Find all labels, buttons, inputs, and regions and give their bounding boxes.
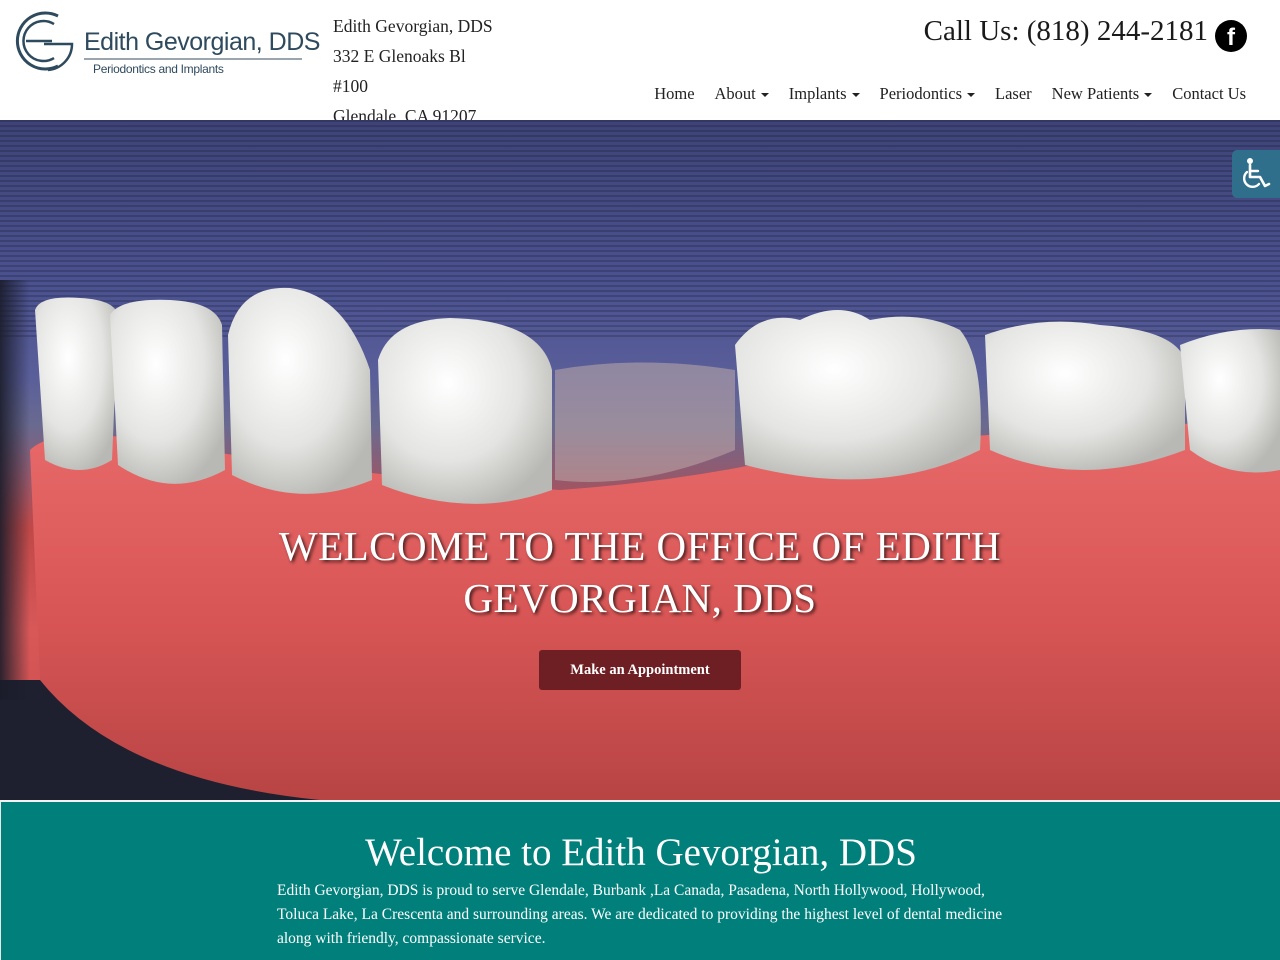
hero-title-line: GEVORGIAN, DDS [463, 575, 817, 621]
nav-new-patients[interactable]: New Patients [1042, 84, 1163, 104]
address-line: 332 E Glenoaks Bl [333, 46, 466, 66]
welcome-section: Welcome to Edith Gevorgian, DDS Edith Ge… [0, 800, 1280, 960]
logo-monogram-icon [15, 11, 74, 72]
address-line: Edith Gevorgian, DDS [333, 16, 493, 36]
nav-label: Periodontics [879, 84, 963, 103]
call-us-phone[interactable]: Call Us: (818) 244-2181 [924, 15, 1208, 48]
nav-contact-us[interactable]: Contact Us [1162, 84, 1256, 104]
accessibility-button[interactable] [1232, 150, 1280, 198]
office-address: Edith Gevorgian, DDS 332 E Glenoaks Bl #… [333, 11, 493, 131]
facebook-icon[interactable]: f [1215, 20, 1247, 52]
address-line: #100 [333, 76, 368, 96]
hero-title: WELCOME TO THE OFFICE OF EDITH GEVORGIAN… [0, 520, 1280, 624]
make-appointment-button[interactable]: Make an Appointment [539, 650, 741, 690]
hero-banner: WELCOME TO THE OFFICE OF EDITH GEVORGIAN… [0, 120, 1280, 800]
wheelchair-icon [1242, 158, 1271, 189]
teeth-model-image [0, 280, 1280, 800]
main-nav: Home About Implants Periodontics Laser N… [644, 84, 1256, 104]
nav-label: Home [654, 84, 695, 103]
caret-down-icon [760, 93, 769, 97]
site-header: Edith Gevorgian, DDS Periodontics and Im… [0, 0, 1280, 126]
nav-label: Implants [788, 84, 847, 103]
nav-label: Contact Us [1172, 84, 1246, 103]
caret-down-icon [1144, 93, 1153, 97]
nav-about[interactable]: About [705, 84, 779, 104]
caret-down-icon [851, 93, 860, 97]
nav-periodontics[interactable]: Periodontics [870, 84, 986, 104]
nav-label: About [714, 84, 756, 103]
logo-subtitle: Periodontics and Implants [93, 62, 224, 76]
nav-label: Laser [995, 84, 1032, 103]
welcome-title: Welcome to Edith Gevorgian, DDS [365, 831, 917, 874]
logo[interactable]: Edith Gevorgian, DDS Periodontics and Im… [14, 8, 320, 78]
logo-name: Edith Gevorgian, DDS [84, 28, 320, 56]
caret-down-icon [967, 93, 976, 97]
nav-laser[interactable]: Laser [985, 84, 1042, 104]
nav-home[interactable]: Home [644, 84, 704, 104]
nav-implants[interactable]: Implants [779, 84, 870, 104]
logo-divider [84, 58, 302, 60]
nav-label: New Patients [1051, 84, 1140, 103]
welcome-text: Edith Gevorgian, DDS is proud to serve G… [277, 882, 1003, 947]
hero-title-line: WELCOME TO THE OFFICE OF EDITH [278, 523, 1002, 569]
